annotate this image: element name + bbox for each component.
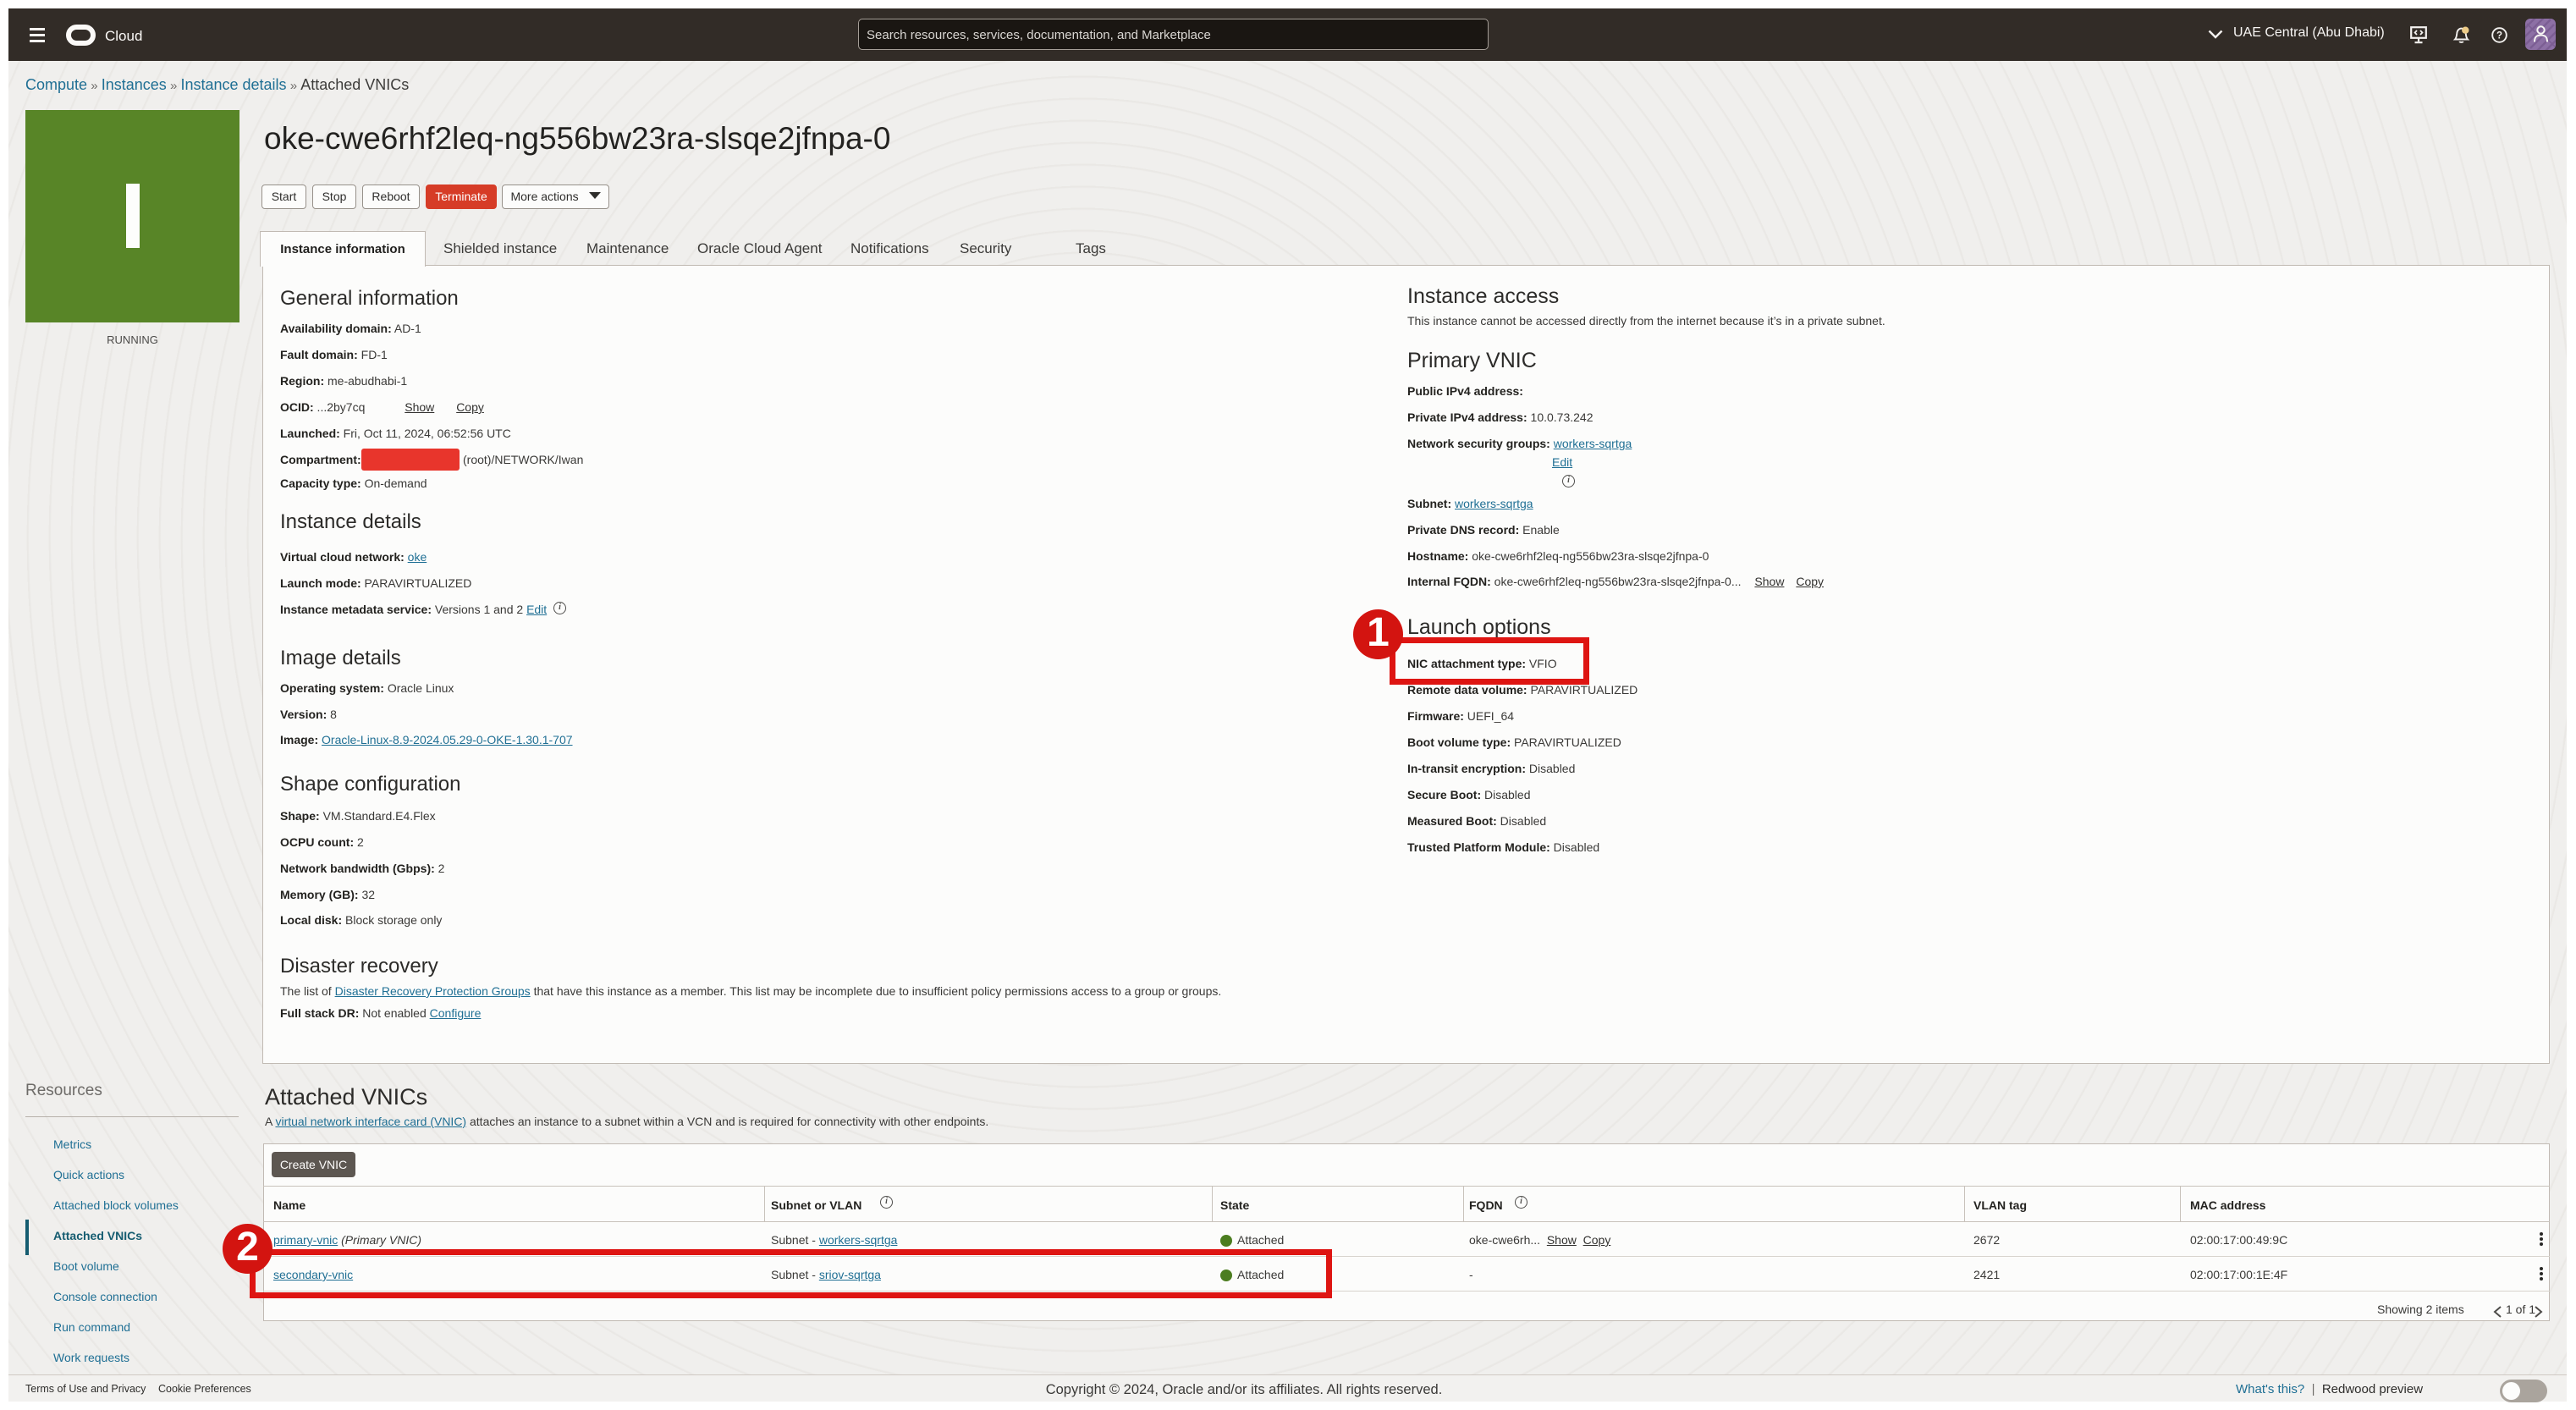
svg-text:?: ? xyxy=(2496,31,2502,41)
